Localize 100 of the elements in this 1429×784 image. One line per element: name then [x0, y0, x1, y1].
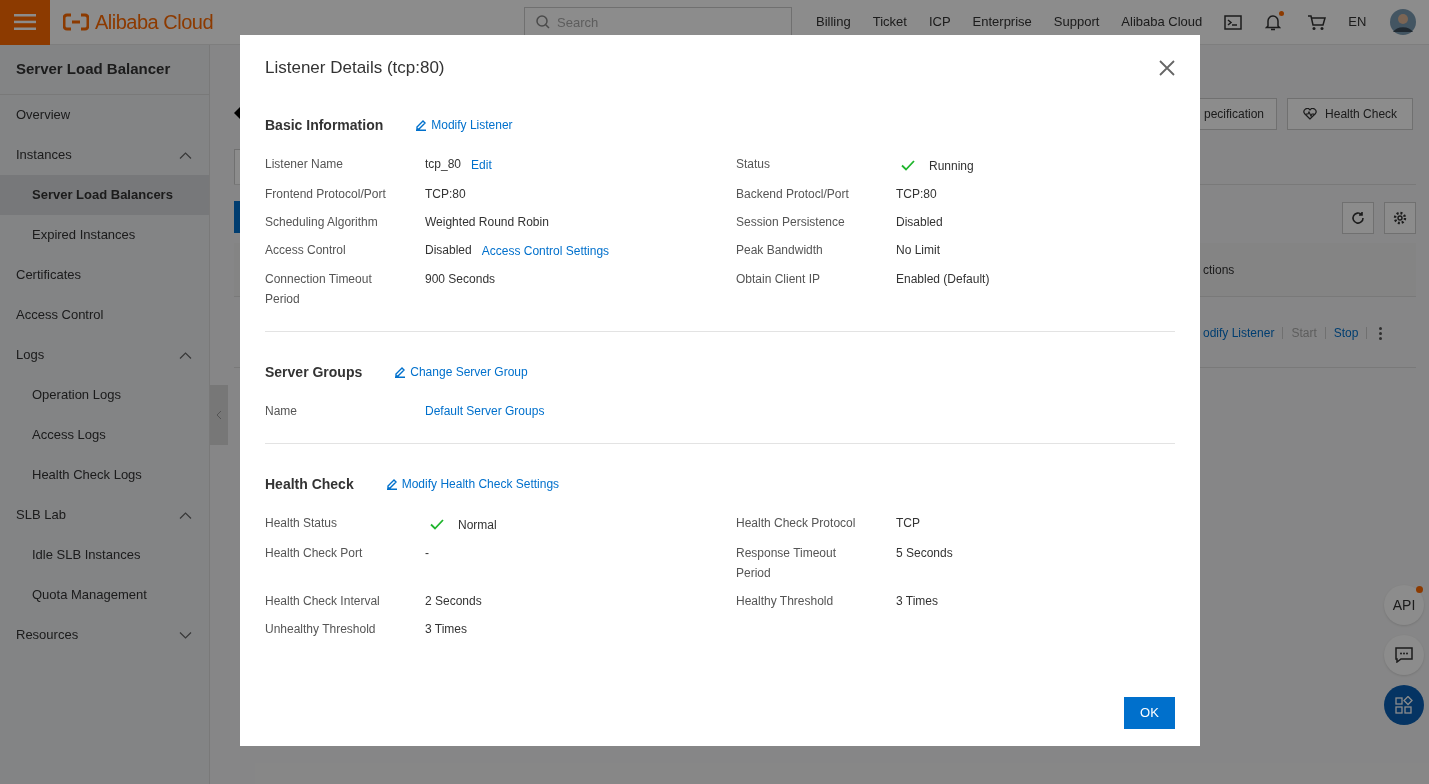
field-label: Status — [736, 155, 772, 173]
sidebar-item[interactable]: Logs — [0, 335, 209, 375]
chevron-up-icon — [179, 351, 192, 359]
field-value: 5 Seconds — [896, 544, 953, 562]
sidebar-item[interactable]: Certificates — [0, 255, 209, 295]
chevron-left-icon — [216, 410, 222, 420]
sidebar-item[interactable]: Expired Instances — [0, 215, 209, 255]
api-button[interactable]: API — [1384, 585, 1424, 625]
cart-icon[interactable] — [1307, 13, 1327, 31]
sidebar-item[interactable]: Quota Management — [0, 575, 209, 615]
field-value: TCP:80 — [425, 185, 466, 203]
close-button[interactable] — [1158, 58, 1176, 77]
nav-link[interactable]: Alibaba Cloud — [1121, 12, 1203, 32]
field-value: 900 Seconds — [425, 270, 496, 288]
check-icon — [430, 519, 444, 530]
field-value: - — [425, 544, 429, 562]
nav-link[interactable]: Ticket — [872, 12, 907, 32]
apps-button[interactable] — [1384, 685, 1424, 725]
field-value: 2 Seconds — [425, 592, 482, 610]
link[interactable]: Access Control Settings — [481, 239, 610, 261]
sidebar-item[interactable]: Instances — [0, 135, 209, 175]
status-value: Running — [896, 153, 974, 176]
field-value: 3 Times — [896, 592, 938, 610]
field-value: TCP — [896, 514, 920, 532]
close-icon — [1158, 58, 1176, 77]
sidebar-item[interactable]: Operation Logs — [0, 375, 209, 415]
language-link[interactable]: EN — [1348, 12, 1367, 32]
action-link[interactable]: Change Server Group — [394, 363, 528, 381]
chat-button[interactable] — [1384, 635, 1424, 675]
search-icon — [536, 15, 550, 29]
chevron-up-icon — [179, 151, 192, 159]
sidebar-item[interactable]: Access Logs — [0, 415, 209, 455]
sidebar-item[interactable]: Resources — [0, 615, 209, 655]
action-link[interactable]: odify Listener — [1203, 324, 1275, 342]
settings-button[interactable] — [1384, 202, 1416, 234]
field-label: Scheduling Algorithm — [265, 213, 379, 231]
back-arrow-icon[interactable] — [234, 107, 240, 119]
field-label: Backend Protocl/Port — [736, 185, 850, 203]
ok-button[interactable]: OK — [1124, 697, 1175, 729]
refresh-icon — [1351, 211, 1365, 225]
avatar-icon[interactable] — [1390, 9, 1417, 35]
sidebar-item[interactable]: Idle SLB Instances — [0, 535, 209, 575]
field-label: Name — [265, 402, 298, 420]
field-value: TCP:80 — [896, 185, 937, 203]
field-label: Health Check Interval — [265, 592, 381, 610]
field-label: Health Check Protocol — [736, 514, 857, 532]
chevron-down-icon — [179, 631, 192, 639]
field-value: 3 Times — [425, 620, 467, 638]
status-value: Normal — [425, 512, 497, 535]
field-label: Frontend Protocol/Port — [265, 185, 387, 203]
refresh-button[interactable] — [1342, 202, 1374, 234]
heart-pulse-icon — [1303, 108, 1318, 120]
field-label: Health Status — [265, 514, 339, 532]
more-icon[interactable] — [1379, 326, 1383, 340]
edit-icon — [394, 366, 407, 378]
link[interactable]: Edit — [471, 153, 492, 175]
field-label: Session Persistence — [736, 213, 846, 231]
action-link[interactable]: Modify Health Check Settings — [385, 475, 560, 493]
field-value: tcp_80 — [425, 155, 462, 173]
toolbar-button[interactable]: Health Check — [1287, 98, 1414, 130]
field-value: Disabled — [425, 241, 472, 259]
link[interactable]: Default Server Groups — [425, 400, 545, 421]
sidebar-item[interactable]: Overview — [0, 95, 209, 135]
section-title: Server Groups — [265, 362, 363, 382]
edit-icon — [415, 119, 428, 131]
nav-link[interactable]: Support — [1053, 12, 1100, 32]
nav-link[interactable]: ICP — [928, 12, 951, 32]
nav-link[interactable]: Enterprise — [972, 12, 1032, 32]
column-header: ctions — [1203, 262, 1235, 279]
logo-icon — [63, 13, 89, 31]
field-label: Access Control — [265, 241, 347, 259]
field-value: Disabled — [896, 213, 943, 231]
menu-icon — [14, 14, 36, 30]
field-value: Enabled (Default) — [896, 270, 990, 288]
field-label: Response Timeout Period — [736, 544, 838, 582]
field-label: Peak Bandwidth — [736, 241, 824, 259]
logo-text: Alibaba Cloud — [95, 10, 214, 35]
nav-link[interactable]: Billing — [816, 12, 851, 32]
sidebar-item[interactable]: Access Control — [0, 295, 209, 335]
action-link[interactable]: Modify Listener — [415, 116, 513, 134]
action-link[interactable]: Stop — [1333, 324, 1359, 342]
field-value: Weighted Round Robin — [425, 213, 549, 231]
terminal-icon[interactable] — [1224, 14, 1243, 30]
sidebar-item[interactable]: SLB Lab — [0, 495, 209, 535]
field-label: Obtain Client IP — [736, 270, 822, 288]
field-label: Health Check Port — [265, 544, 364, 562]
field-label: Healthy Threshold — [736, 592, 835, 610]
chevron-up-icon — [179, 511, 192, 519]
field-value: No Limit — [896, 241, 940, 259]
field-label: Unhealthy Threshold — [265, 620, 377, 638]
sidebar-item[interactable]: Health Check Logs — [0, 455, 209, 495]
edit-icon — [385, 478, 398, 490]
settings-icon — [1393, 211, 1407, 225]
section-title: Health Check — [265, 474, 354, 494]
dialog-title: Listener Details (tcp:80) — [265, 57, 445, 79]
notification-bell-icon[interactable] — [1265, 13, 1282, 31]
collapse-handle[interactable] — [210, 385, 228, 445]
sidebar-item[interactable]: Server Load Balancers — [0, 175, 209, 215]
section-title: Basic Information — [265, 115, 384, 135]
sidebar-title: Server Load Balancer — [0, 45, 209, 95]
